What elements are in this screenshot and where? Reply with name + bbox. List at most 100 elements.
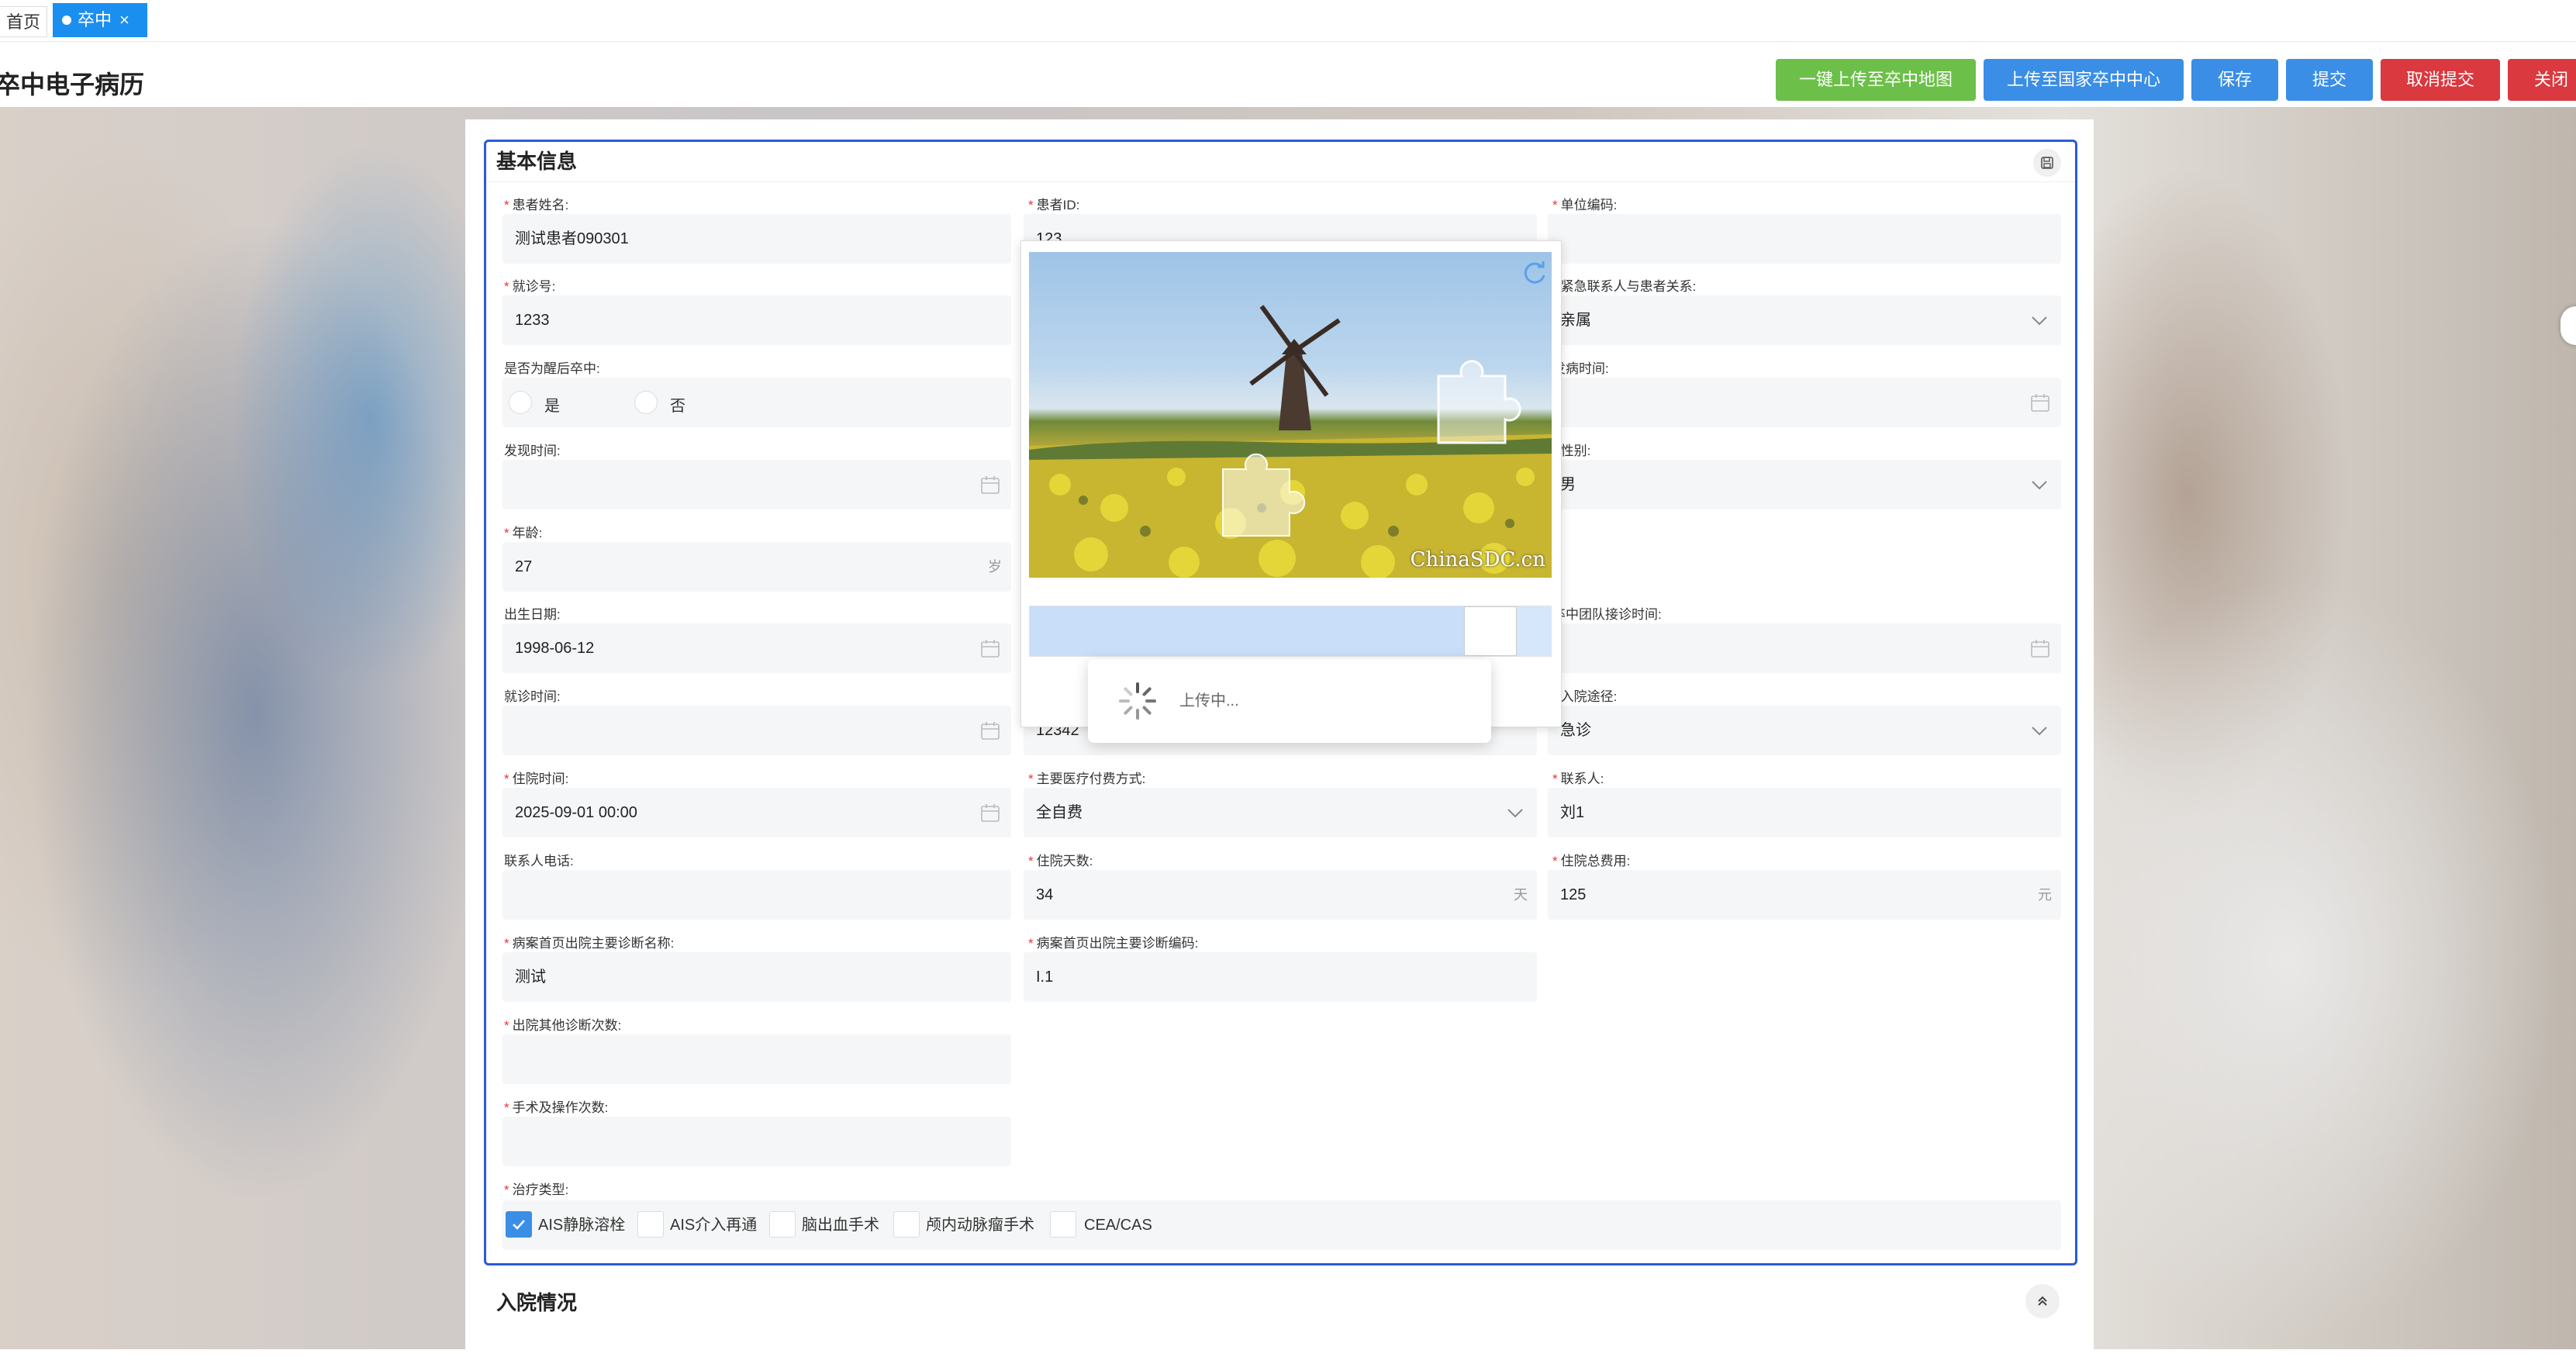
active-dot-icon — [62, 16, 71, 25]
other-diag-label: * 出院其他诊断次数: — [504, 1018, 622, 1033]
section-save-icon[interactable] — [2033, 149, 2061, 177]
upload-stroke-map-button[interactable]: 一键上传至卒中地图 — [1776, 59, 1976, 101]
captcha-slider-track[interactable] — [1029, 606, 1552, 657]
admit-time-field[interactable]: 2025-09-01 00:00 — [502, 788, 1011, 837]
windmill-drawing — [1249, 305, 1341, 430]
wake-stroke-yes-radio[interactable] — [509, 391, 532, 414]
tab-stroke[interactable]: 卒中 × — [53, 3, 147, 37]
spinner-icon — [1119, 682, 1156, 720]
unit-code-label: * 单位编码: — [1552, 198, 1618, 212]
unit-code-field[interactable] — [1548, 214, 2061, 264]
wake-stroke-yes-label: 是 — [544, 398, 560, 415]
chevron-down-icon — [1507, 809, 1523, 818]
stay-days-field[interactable]: 34 天 — [1024, 870, 1537, 920]
ais-thrombolysis-label: AIS静脉溶栓 — [538, 1217, 626, 1234]
ais-intervention-label: AIS介入再通 — [670, 1217, 758, 1234]
wake-stroke-field: 是 否 — [502, 378, 1011, 427]
contact-field[interactable]: 刘1 — [1548, 788, 2061, 837]
diag-code-label: * 病案首页出院主要诊断编码: — [1028, 936, 1199, 951]
team-time-field[interactable] — [1548, 623, 2061, 673]
name-field[interactable]: 测试患者090301 — [502, 214, 1011, 264]
discover-time-label: 发现时间: — [504, 444, 561, 458]
stay-days-unit: 天 — [1514, 887, 1528, 903]
onset-time-field[interactable] — [1548, 378, 2061, 427]
basic-info-title: 基本信息 — [496, 150, 578, 173]
visit-time-label: 就诊时间: — [504, 689, 561, 704]
visit-no-label: * 就诊号: — [504, 279, 556, 294]
aneurysm-surgery-label: 颅内动脉瘤手术 — [926, 1217, 1034, 1234]
pay-method-label: * 主要医疗付费方式: — [1028, 772, 1146, 786]
captcha-dialog: ChinaSDC.cn — [1020, 240, 1562, 727]
wake-stroke-no-radio[interactable] — [634, 391, 658, 414]
collapse-button[interactable] — [2025, 1284, 2060, 1318]
loading-text: 上传中... — [1179, 692, 1239, 710]
admit-route-select[interactable]: 急诊 — [1548, 706, 2061, 755]
contact-phone-label: 联系人电话: — [504, 854, 574, 868]
birth-label: 出生日期: — [504, 607, 561, 622]
calendar-icon — [2031, 640, 2049, 658]
diag-name-field[interactable]: 测试 — [502, 952, 1011, 1002]
chevron-down-icon — [2032, 316, 2047, 326]
captcha-watermark: ChinaSDC.cn — [1410, 548, 1545, 571]
diag-code-field[interactable]: I.1 — [1024, 952, 1537, 1002]
calendar-icon — [981, 640, 1000, 658]
admit-route-label: *入院途径: — [1552, 689, 1618, 704]
relation-select[interactable]: 亲属 — [1548, 295, 2061, 345]
contact-label: * 联系人: — [1552, 772, 1604, 786]
captcha-image: ChinaSDC.cn — [1029, 252, 1552, 578]
visit-time-field[interactable] — [502, 706, 1011, 755]
pay-method-select[interactable]: 全自费 — [1024, 788, 1537, 837]
loading-toast: 上传中... — [1088, 659, 1491, 743]
patient-id-label: * 患者ID: — [1028, 198, 1080, 212]
diag-name-label: * 病案首页出院主要诊断名称: — [504, 936, 675, 951]
cancel-submit-button[interactable]: 取消提交 — [2381, 59, 2500, 101]
calendar-icon — [981, 722, 1000, 740]
contact-phone-field[interactable] — [502, 870, 1011, 920]
save-button[interactable]: 保存 — [2191, 59, 2278, 101]
cea-cas-label: CEA/CAS — [1084, 1217, 1152, 1234]
section-divider — [486, 181, 2075, 182]
upload-national-center-button[interactable]: 上传至国家卒中中心 — [1984, 59, 2184, 101]
admit-time-label: * 住院时间: — [504, 772, 569, 786]
discover-time-field[interactable] — [502, 460, 1011, 509]
cea-cas-checkbox[interactable] — [1050, 1211, 1076, 1238]
tab-stroke-label: 卒中 — [78, 10, 112, 29]
treatment-label: * 治疗类型: — [504, 1183, 569, 1197]
wake-stroke-no-label: 否 — [670, 398, 685, 415]
total-cost-unit: 元 — [2038, 887, 2052, 903]
admission-title: 入院情况 — [496, 1291, 578, 1314]
ais-thrombolysis-checkbox[interactable] — [506, 1211, 532, 1238]
double-chevron-up-icon — [2038, 1296, 2047, 1306]
total-cost-field[interactable]: 125 元 — [1548, 870, 2061, 920]
submit-button[interactable]: 提交 — [2286, 59, 2373, 101]
ich-surgery-checkbox[interactable] — [769, 1211, 796, 1238]
refresh-icon[interactable] — [1519, 258, 1550, 289]
captcha-slider-fill — [1030, 606, 1464, 656]
visit-no-field[interactable]: 1233 — [502, 295, 1011, 345]
tab-home[interactable]: 首页 — [0, 6, 48, 37]
windmill-field-image — [1029, 305, 1552, 578]
gender-select[interactable]: 男 — [1548, 460, 2061, 509]
calendar-icon — [981, 476, 1000, 494]
close-button[interactable]: 关闭 — [2508, 59, 2576, 101]
surgery-count-label: * 手术及操作次数: — [504, 1100, 609, 1115]
page-title: 卒中电子病历 — [0, 71, 145, 98]
ich-surgery-label: 脑出血手术 — [802, 1217, 879, 1234]
tab-bar: 首页 卒中 × — [0, 0, 2576, 42]
relation-label: *紧急联系人与患者关系: — [1552, 279, 1697, 294]
page-header: 卒中电子病历 — [0, 42, 2576, 107]
captcha-slider-knob[interactable] — [1464, 606, 1517, 656]
age-field[interactable]: 27 岁 — [502, 542, 1011, 592]
ais-intervention-checkbox[interactable] — [637, 1211, 664, 1238]
surgery-count-field[interactable] — [502, 1117, 1011, 1166]
team-time-label: 卒中团队接诊时间: — [1552, 607, 1662, 622]
aneurysm-surgery-checkbox[interactable] — [893, 1211, 920, 1238]
other-diag-field[interactable] — [502, 1034, 1011, 1084]
calendar-icon — [981, 804, 1000, 822]
chevron-down-icon — [2032, 727, 2047, 736]
birth-field[interactable]: 1998-06-12 — [502, 623, 1011, 673]
name-label: * 患者姓名: — [504, 198, 569, 212]
age-label: * 年龄: — [504, 526, 543, 540]
close-tab-icon[interactable]: × — [119, 10, 129, 29]
treatment-checkbox-group: AIS静脉溶栓 AIS介入再通 脑出血手术 颅内动脉瘤手术 CEA/CAS — [502, 1200, 2061, 1250]
